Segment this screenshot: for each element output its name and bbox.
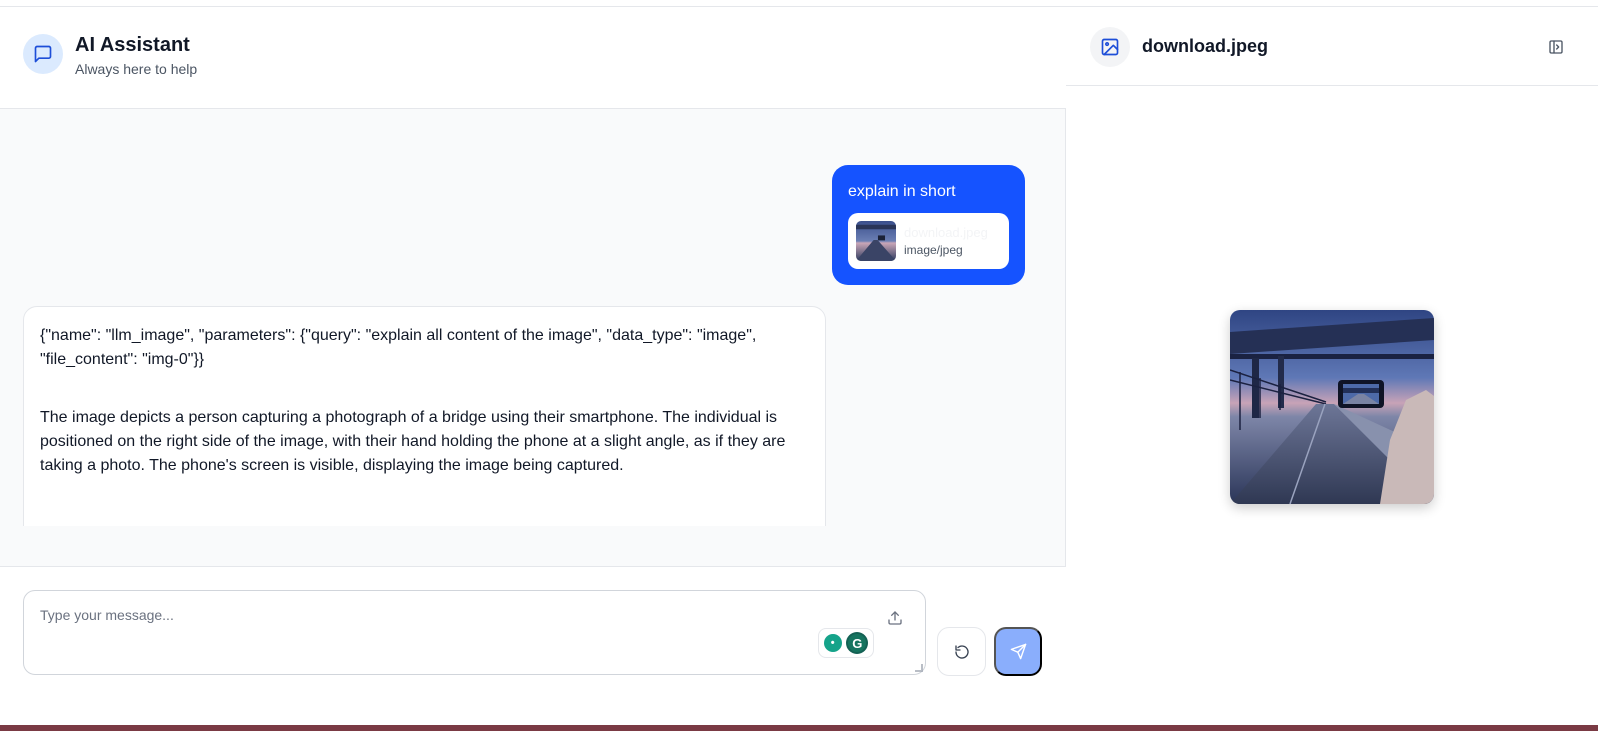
grammar-extension-badge[interactable]: • G	[818, 628, 874, 658]
upload-icon[interactable]	[886, 609, 904, 627]
composer: Type your message... • G	[0, 566, 1066, 725]
assistant-message: {"name": "llm_image", "parameters": {"qu…	[23, 306, 826, 526]
message-attachment[interactable]: download.jpeg image/jpeg	[848, 213, 1009, 269]
attachment-name: download.jpeg	[904, 225, 988, 240]
assistant-message-paragraph: {"name": "llm_image", "parameters": {"qu…	[40, 327, 757, 368]
grammarly-logo-icon: G	[846, 632, 869, 654]
chat-bubble-icon	[23, 34, 63, 74]
send-icon	[1010, 643, 1026, 660]
top-strip	[0, 0, 1598, 7]
user-message-text: explain in short	[848, 183, 956, 200]
preview-filename: download.jpeg	[1142, 36, 1268, 56]
chat-header: AI Assistant Always here to help	[0, 8, 1066, 109]
chat-pane: AI Assistant Always here to help explain…	[0, 8, 1066, 725]
assistant-title: AI Assistant	[75, 34, 190, 56]
assistant-subtitle: Always here to help	[75, 61, 198, 77]
send-button[interactable]	[994, 627, 1042, 676]
message-input[interactable]: Type your message... • G	[23, 590, 926, 675]
message-input-placeholder: Type your message...	[40, 607, 174, 623]
image-icon	[1090, 27, 1130, 67]
attachment-type: image/jpeg	[904, 243, 963, 257]
panel-collapse-icon[interactable]	[1547, 38, 1565, 56]
rotate-ccw-icon	[954, 644, 969, 659]
preview-header: download.jpeg	[1066, 8, 1598, 86]
resize-handle-icon[interactable]	[915, 664, 923, 672]
preview-image	[1230, 310, 1434, 504]
file-preview-pane: download.jpeg	[1066, 8, 1598, 725]
attachment-thumbnail	[856, 221, 896, 261]
user-message: explain in short download.jpeg image/jpe…	[832, 165, 1025, 285]
lightbulb-icon: •	[823, 634, 842, 652]
message-list[interactable]: explain in short download.jpeg image/jpe…	[0, 110, 1066, 526]
assistant-message-paragraph: The image depicts a person capturing a p…	[40, 409, 786, 474]
reset-button[interactable]	[937, 627, 986, 676]
app-window: AI Assistant Always here to help explain…	[0, 0, 1598, 725]
